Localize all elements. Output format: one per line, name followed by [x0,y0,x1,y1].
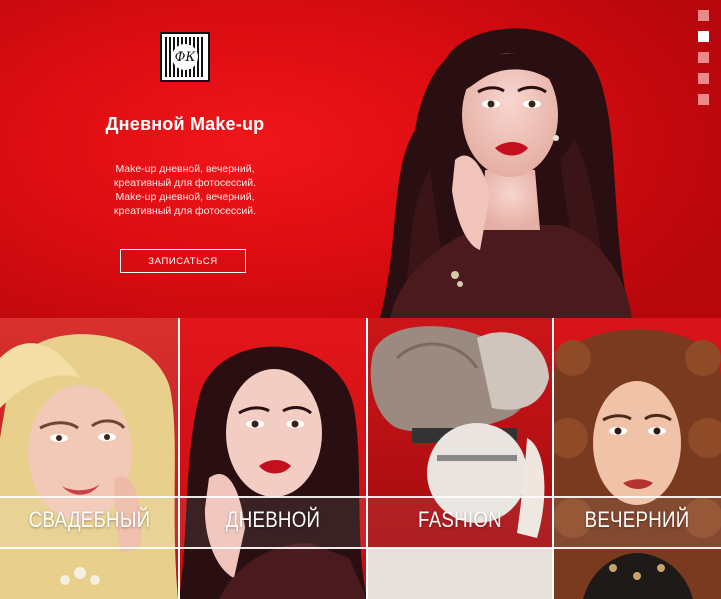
hero-banner: ФК Дневной Make-up Make-up дневной, вече… [0,0,721,318]
category-label-wedding: СВАДЕБНЫЙ [28,507,151,532]
hero-description: Make-up дневной, вечерний, креативный дл… [113,163,257,217]
hero-title: Дневной Make-up [105,114,265,134]
tile-divider [552,318,554,599]
landing-page: ФК Дневной Make-up Make-up дневной, вече… [0,0,721,599]
wedding-model-photo [0,334,178,599]
logo-stripes: ФК [165,37,205,77]
category-tile-evening[interactable]: ВЕЧЕРНИЙ [553,318,721,599]
pager-dot-3[interactable] [698,52,709,63]
tile-divider [366,318,368,599]
pager-dot-2-active[interactable] [698,31,709,42]
signup-button[interactable]: ЗАПИСАТЬСЯ [120,249,246,273]
pager-dot-1[interactable] [698,10,709,21]
category-label-evening: ВЕЧЕРНИЙ [584,507,690,532]
category-tile-fashion[interactable]: FASHION [367,318,553,599]
category-label-daytime: ДНЕВНОЙ [225,507,321,532]
slide-pager [698,10,709,115]
hero-model-photo [380,28,632,318]
category-tile-daytime[interactable]: ДНЕВНОЙ [179,318,367,599]
category-label-fashion: FASHION [418,507,502,532]
daytime-model-photo [179,346,367,599]
brand-logo[interactable]: ФК [160,32,210,82]
category-tile-wedding[interactable]: СВАДЕБНЫЙ [0,318,179,599]
category-tiles: СВАДЕБНЫЙ ДНЕВНОЙ FASHION ВЕЧЕРНИЙ [0,318,721,599]
fashion-model-photo [367,326,553,599]
pager-dot-5[interactable] [698,94,709,105]
tile-divider [178,318,180,599]
logo-monogram: ФК [172,44,198,70]
evening-model-photo [553,329,721,599]
pager-dot-4[interactable] [698,73,709,84]
